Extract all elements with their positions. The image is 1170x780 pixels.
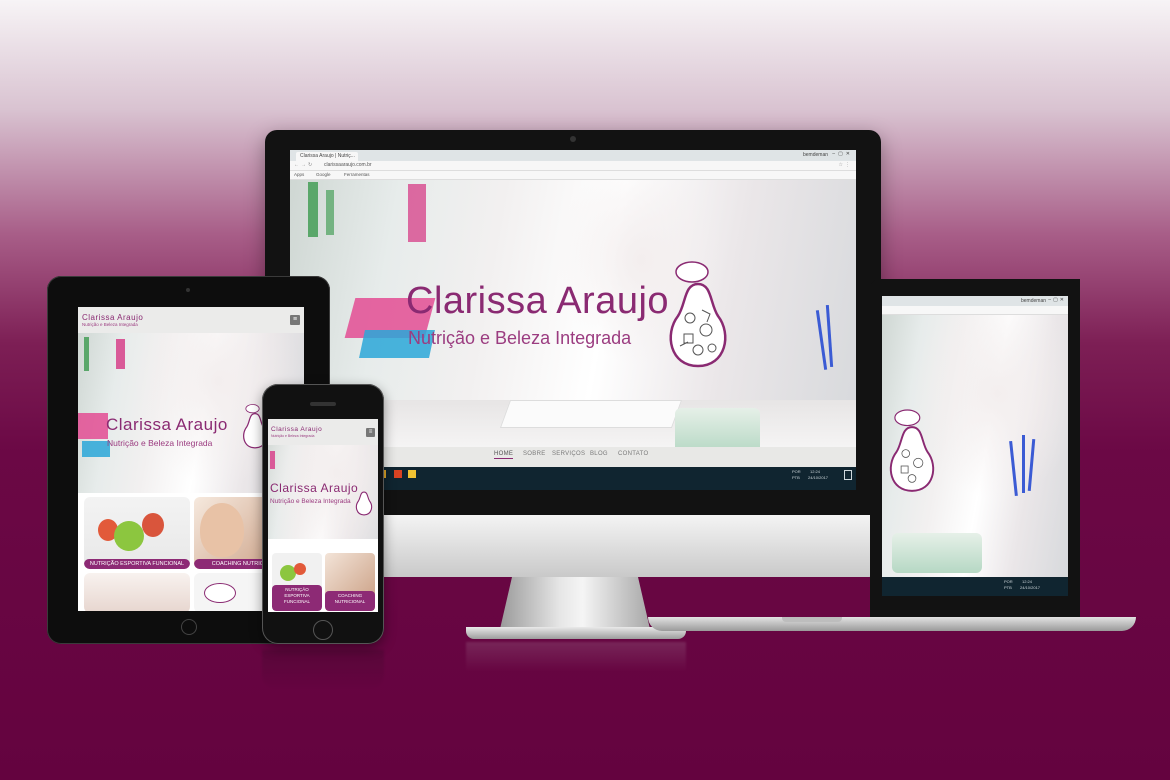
phone-service-tile-nutricao[interactable]: NUTRIÇÃO ESPORTIVA FUNCIONAL [272,553,322,611]
laptop-window-user: bemdeman [1020,298,1046,304]
tablet-header-brand: Clarissa Araujo [82,313,144,322]
hamburger-menu-icon[interactable]: ≡ [290,315,300,325]
tablet-brand-tagline: Nutrição e Beleza Integrada [107,438,213,448]
address-bar: ←→↻ clarissaaraujo.com.br ☆⋮ [290,161,856,171]
phone-coaching-line2: NUTRICIONAL [334,599,366,604]
service-nutricao-label: NUTRIÇÃO ESPORTIVA FUNCIONAL [84,559,190,569]
app-icon[interactable] [394,470,402,478]
nav-home[interactable]: HOME [494,451,514,459]
tablet-camera-icon [186,288,190,292]
nav-sobre[interactable]: SOBRE [523,451,546,457]
phone-hero: Clarissa Araujo Nutrição e Beleza Integr… [268,445,378,539]
phone-header: Clarissa Araujo Nutrição e Beleza Integr… [268,419,378,445]
phone-hamburger-menu-icon[interactable]: ≡ [366,428,375,437]
laptop-keyboard-layout[interactable]: PTB [1004,585,1012,590]
laptop-window-controls-icon[interactable]: –▢✕ [1048,297,1066,303]
phone-nutricao-line3: FUNCIONAL [283,599,310,604]
phone-header-tagline: Nutrição e Beleza Integrada [271,434,315,438]
brand-tagline: Nutrição e Beleza Integrada [408,328,632,348]
nav-contato[interactable]: CONTATO [618,451,648,457]
laptop-address-bar [882,306,1068,315]
tablet-brand-name: Clarissa Araujo [106,415,228,434]
phone-service-tile-coaching[interactable]: COACHING NUTRICIONAL [325,553,375,611]
laptop-browser-window: bemdeman –▢✕ POR PTB 12:24 24/10/2017 [882,296,1068,596]
laptop-pear-logo-icon [884,407,940,497]
pear-logo-icon [662,260,734,372]
tablet-header-tagline: Nutrição e Beleza Integrada [82,322,138,327]
service-tile-nutricao[interactable]: NUTRIÇÃO ESPORTIVA FUNCIONAL [84,497,190,569]
phone-brand-tagline: Nutrição e Beleza Integrada [270,498,351,505]
laptop-clock-time[interactable]: 12:24 [1022,579,1032,584]
apple-icon [114,521,144,551]
laptop-notch [782,617,842,622]
bookmark-apps[interactable]: Apps [294,172,304,177]
imac-camera-icon [570,136,576,142]
phone-service-coaching-label: COACHING NUTRICIONAL [325,591,375,611]
nav-arrows-icon[interactable]: ←→↻ [294,162,314,168]
phone-service-nutricao-label: NUTRIÇÃO ESPORTIVA FUNCIONAL [272,585,322,611]
browser-tab[interactable]: Clarissa Araujo | Nutriç... [296,152,358,161]
notification-icon[interactable] [844,470,852,480]
laptop-tab-strip: bemdeman –▢✕ [882,296,1068,306]
laptop-clock-date[interactable]: 24/10/2017 [1020,585,1040,590]
bookmark-google[interactable]: Google [316,172,331,177]
phone-reflection [262,650,384,690]
tablet-home-button[interactable] [181,619,197,635]
browser-tab-strip: Clarissa Araujo | Nutriç... bemdeman –▢✕ [290,150,856,161]
laptop-language-indicator[interactable]: POR [1004,579,1013,584]
bookmark-ferramentas[interactable]: Ferramentas [344,172,370,177]
clock-date[interactable]: 24/10/2017 [808,475,828,480]
phone-site: Clarissa Araujo Nutrição e Beleza Integr… [268,419,378,612]
nav-blog[interactable]: BLOG [590,451,608,457]
service-tile-beleza[interactable] [84,573,190,611]
browser-tab-title: Clarissa Araujo | Nutriç... [300,153,355,159]
brand-name: Clarissa Araujo [406,280,670,322]
keyboard-layout[interactable]: PTB [792,475,800,480]
laptop-base [648,617,1136,631]
phone-header-brand: Clarissa Araujo [271,426,323,433]
language-indicator[interactable]: POR [792,469,801,474]
imac-stand-foot [466,627,686,639]
url-input[interactable]: clarissaaraujo.com.br [324,162,372,168]
phone-pear-logo-icon [354,485,374,517]
chrome-icon[interactable] [408,470,416,478]
bookmarks-bar: Apps Google Ferramentas [290,171,856,180]
laptop-hero [882,315,1068,577]
imac-stand [500,577,650,629]
imac-reflection [466,642,686,672]
phone-brand-name: Clarissa Araujo [270,481,359,495]
laptop-taskbar: POR PTB 12:24 24/10/2017 [882,577,1068,596]
nav-servicos[interactable]: SERVIÇOS [552,451,585,457]
clock-time[interactable]: 12:24 [810,469,820,474]
phone-home-button[interactable] [313,620,333,640]
window-controls-icon[interactable]: –▢✕ [832,151,853,157]
phone-speaker [310,402,336,406]
star-icon[interactable]: ☆⋮ [839,162,852,168]
tablet-header: Clarissa Araujo Nutrição e Beleza Integr… [78,307,304,333]
window-user-label: bemdeman [802,152,828,158]
